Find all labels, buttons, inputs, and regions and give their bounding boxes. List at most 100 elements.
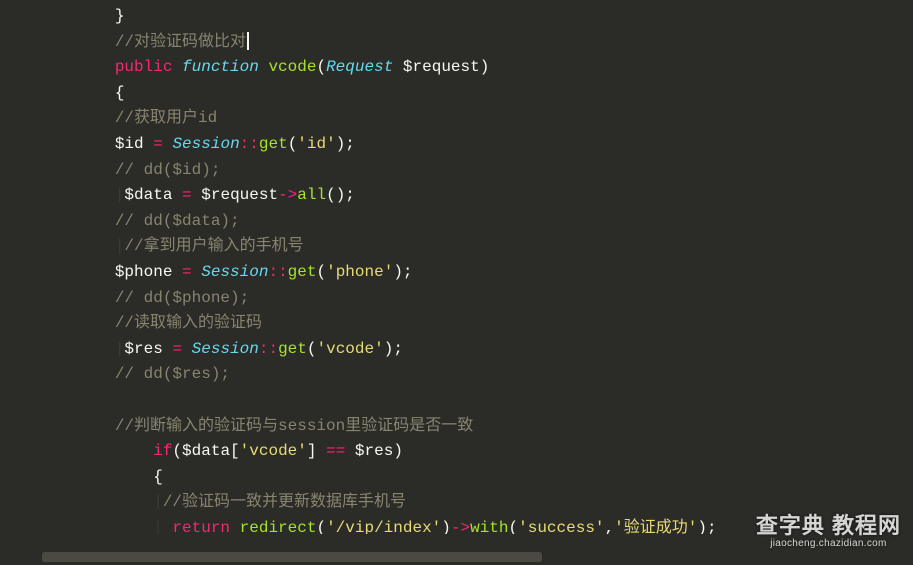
token-string: 'phone' — [326, 263, 393, 281]
token-comment: // dd($phone); — [115, 289, 249, 307]
code-line[interactable]: // dd($res); — [0, 362, 913, 388]
code-content[interactable]: //获取用户id — [38, 106, 913, 132]
code-content[interactable]: $id = Session::get('id'); — [38, 132, 913, 158]
token-function-name: get — [278, 340, 307, 358]
code-line[interactable]: |//拿到用户输入的手机号 — [0, 234, 913, 260]
token-classname: Session — [192, 340, 259, 358]
code-line[interactable]: } — [0, 4, 913, 30]
code-content[interactable]: { — [38, 81, 913, 107]
code-content[interactable]: public function vcode(Request $request) — [38, 55, 913, 81]
token-indent-guide: | — [115, 237, 125, 255]
code-content[interactable]: //判断输入的验证码与session里验证码是否一致 — [38, 414, 913, 440]
token-punctuation: , — [605, 519, 615, 534]
code-content[interactable]: // dd($res); — [38, 362, 913, 388]
token-indent-guide: | — [115, 186, 125, 204]
token-punctuation: ( — [172, 442, 182, 460]
code-line[interactable]: public function vcode(Request $request) — [0, 55, 913, 81]
token-operator: = — [153, 135, 163, 153]
token-storage: function — [182, 58, 259, 76]
token-operator: = — [182, 263, 192, 281]
code-line[interactable]: $phone = Session::get('phone'); — [0, 260, 913, 286]
token-punctuation: { — [115, 84, 125, 102]
token-comment: //拿到用户输入的手机号 — [124, 237, 303, 255]
code-line[interactable]: if($data['vcode'] == $res) — [0, 439, 913, 465]
code-line[interactable]: { — [0, 81, 913, 107]
watermark: 查字典 教程网 jiaocheng.chazidian.com — [756, 514, 901, 549]
token-indent-guide: | — [153, 493, 163, 511]
token-function-name: redirect — [240, 519, 317, 534]
token-punctuation: ( — [316, 58, 326, 76]
token-variable: $phone — [115, 263, 173, 281]
token-string: 'id' — [297, 135, 335, 153]
horizontal-scrollbar-thumb[interactable] — [42, 552, 542, 562]
token-comment: //验证码一致并更新数据库手机号 — [163, 493, 406, 511]
token-plain — [230, 519, 240, 534]
token-plain — [172, 58, 182, 76]
code-content[interactable] — [38, 388, 913, 414]
token-plain — [163, 135, 173, 153]
code-content[interactable]: |$data = $request->all(); — [38, 183, 913, 209]
token-classname: Session — [201, 263, 268, 281]
code-content[interactable]: $phone = Session::get('phone'); — [38, 260, 913, 286]
code-line[interactable]: //判断输入的验证码与session里验证码是否一致 — [0, 414, 913, 440]
code-line[interactable]: //读取输入的验证码 — [0, 311, 913, 337]
token-plain — [192, 263, 202, 281]
code-line[interactable]: //获取用户id — [0, 106, 913, 132]
code-line[interactable]: |$res = Session::get('vcode'); — [0, 337, 913, 363]
token-keyword: return — [172, 519, 230, 534]
token-plain — [144, 135, 154, 153]
token-punctuation: ) — [480, 58, 490, 76]
code-content[interactable]: |//拿到用户输入的手机号 — [38, 234, 913, 260]
token-variable: $res — [124, 340, 162, 358]
token-plain — [172, 186, 182, 204]
token-arrow: -> — [278, 186, 297, 204]
token-function-name: all — [297, 186, 326, 204]
code-line[interactable]: // dd($data); — [0, 209, 913, 235]
code-editor[interactable]: } //对验证码做比对 public function vcode(Reques… — [0, 0, 913, 534]
token-punctuation: ) — [441, 519, 451, 534]
watermark-cn: 查字典 教程网 — [756, 514, 901, 538]
token-double-colon: :: — [259, 340, 278, 358]
token-function-name: vcode — [268, 58, 316, 76]
token-punctuation: { — [153, 468, 163, 486]
code-content[interactable]: if($data['vcode'] == $res) — [38, 439, 913, 465]
code-line[interactable]: |$data = $request->all(); — [0, 183, 913, 209]
token-comment: //对验证码做比对 — [115, 33, 246, 51]
code-line[interactable]: // dd($id); — [0, 158, 913, 184]
token-operator: = — [182, 186, 192, 204]
token-plain — [163, 340, 173, 358]
token-plain — [182, 340, 192, 358]
code-content[interactable]: // dd($id); — [38, 158, 913, 184]
token-indent-guide: | — [153, 519, 172, 534]
code-content[interactable]: { — [38, 465, 913, 491]
code-line[interactable]: //对验证码做比对 — [0, 30, 913, 56]
code-content[interactable]: //读取输入的验证码 — [38, 311, 913, 337]
token-plain — [316, 442, 326, 460]
code-content[interactable]: // dd($data); — [38, 209, 913, 235]
token-punctuation: ); — [393, 263, 412, 281]
token-function-name: get — [288, 263, 317, 281]
token-comment: //判断输入的验证码与session里验证码是否一致 — [115, 417, 473, 435]
token-double-colon: :: — [240, 135, 259, 153]
code-line[interactable]: $id = Session::get('id'); — [0, 132, 913, 158]
token-punctuation: (); — [326, 186, 355, 204]
token-function-name: get — [259, 135, 288, 153]
token-punctuation: } — [115, 7, 125, 25]
token-string: '验证成功' — [614, 519, 697, 534]
token-punctuation: ( — [307, 340, 317, 358]
token-classname: Request — [326, 58, 393, 76]
code-line[interactable]: // dd($phone); — [0, 286, 913, 312]
code-content[interactable]: //对验证码做比对 — [38, 30, 913, 56]
token-plain — [259, 58, 269, 76]
code-content[interactable]: |$res = Session::get('vcode'); — [38, 337, 913, 363]
code-line[interactable] — [0, 388, 913, 414]
code-content[interactable]: } — [38, 4, 913, 30]
token-punctuation: ); — [384, 340, 403, 358]
code-line[interactable]: { — [0, 465, 913, 491]
code-content[interactable]: // dd($phone); — [38, 286, 913, 312]
token-plain — [393, 58, 403, 76]
token-string: 'vcode' — [240, 442, 307, 460]
token-classname: Session — [172, 135, 239, 153]
token-plain — [172, 263, 182, 281]
token-comment: //读取输入的验证码 — [115, 314, 262, 332]
